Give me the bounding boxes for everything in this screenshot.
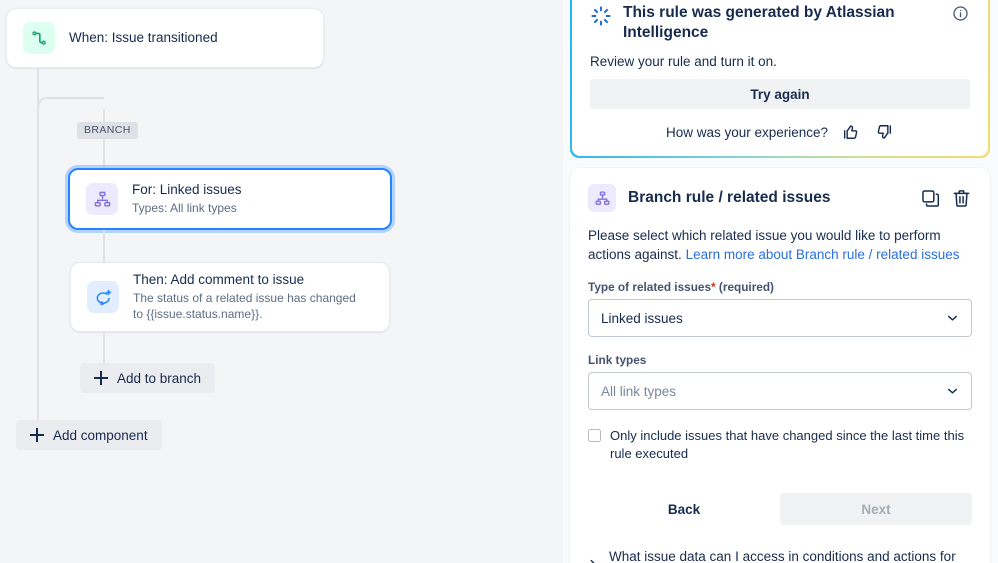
connector-trunk-lower xyxy=(37,97,39,427)
plus-icon xyxy=(30,428,44,442)
only-changed-issues-checkbox[interactable] xyxy=(588,429,601,442)
thumbs-up-icon[interactable] xyxy=(841,122,861,142)
rule-canvas: When: Issue transitioned BRANCH For: xyxy=(0,0,563,563)
node-title: For: Linked issues xyxy=(132,181,242,199)
branch-hierarchy-icon xyxy=(86,183,118,215)
select-value: Linked issues xyxy=(601,311,683,326)
chevron-down-icon xyxy=(945,311,960,326)
add-to-branch-button[interactable]: Add to branch xyxy=(80,363,215,393)
issue-data-expander[interactable]: What issue data can I access in conditio… xyxy=(588,547,972,563)
learn-more-link[interactable]: Learn more about Branch rule / related i… xyxy=(686,247,960,262)
branch-rule-title: Branch rule / related issues xyxy=(628,189,908,207)
node-card-action[interactable]: Then: Add comment to issue The status of… xyxy=(70,262,390,332)
expander-label: What issue data can I access in conditio… xyxy=(609,547,972,563)
feedback-label: How was your experience? xyxy=(666,125,828,140)
info-icon[interactable] xyxy=(952,2,970,27)
link-types-select[interactable]: All link types xyxy=(588,372,972,410)
node-title: Then: Add comment to issue xyxy=(133,271,363,289)
issue-transitioned-icon xyxy=(23,22,55,54)
add-component-button[interactable]: Add component xyxy=(16,420,162,450)
panel-button-row: Back Next xyxy=(588,493,972,525)
trash-icon[interactable] xyxy=(951,188,972,209)
required-note: (required) xyxy=(719,280,774,294)
copy-icon[interactable] xyxy=(920,188,941,209)
only-changed-issues-row: Only include issues that have changed si… xyxy=(588,427,972,463)
add-component-label: Add component xyxy=(53,428,148,443)
select-value: All link types xyxy=(601,384,676,399)
connector-action-to-add xyxy=(103,332,105,364)
branch-rule-header: Branch rule / related issues xyxy=(588,184,972,212)
branch-hierarchy-icon xyxy=(588,184,616,212)
node-text: Then: Add comment to issue The status of… xyxy=(133,271,363,323)
try-again-button[interactable]: Try again xyxy=(590,79,970,109)
chevron-right-icon xyxy=(588,547,598,563)
ai-feedback-row: How was your experience? xyxy=(590,122,970,142)
field-type-of-related-issues: Type of related issues* (required) Linke… xyxy=(588,280,972,337)
atlassian-intelligence-icon xyxy=(590,2,612,32)
checkbox-label: Only include issues that have changed si… xyxy=(610,427,972,463)
node-subtitle: Types: All link types xyxy=(132,201,242,217)
automation-rule-builder: When: Issue transitioned BRANCH For: xyxy=(0,0,998,563)
branch-rule-description: Please select which related issue you wo… xyxy=(588,226,972,264)
connector-trunk xyxy=(37,68,39,98)
ai-banner-title: This rule was generated by Atlassian Int… xyxy=(623,2,941,42)
ai-banner-inner: This rule was generated by Atlassian Int… xyxy=(572,0,988,156)
ai-generated-banner: This rule was generated by Atlassian Int… xyxy=(570,0,990,158)
panel-header-actions xyxy=(920,188,972,209)
add-to-branch-label: Add to branch xyxy=(117,371,201,386)
required-star: * xyxy=(711,280,716,294)
type-of-related-issues-select[interactable]: Linked issues xyxy=(588,299,972,337)
branch-label: BRANCH xyxy=(77,122,138,139)
connector-branch-to-action xyxy=(103,230,105,262)
node-text: For: Linked issues Types: All link types xyxy=(132,181,242,217)
connector-branch-stem xyxy=(103,110,105,168)
branch-rule-panel: Branch rule / related issues xyxy=(570,168,990,563)
plus-icon xyxy=(94,371,108,385)
chevron-down-icon xyxy=(945,384,960,399)
field-label: Link types xyxy=(588,353,972,367)
add-comment-icon xyxy=(87,281,119,313)
ai-banner-header: This rule was generated by Atlassian Int… xyxy=(590,2,970,42)
node-title: When: Issue transitioned xyxy=(69,29,218,47)
thumbs-down-icon[interactable] xyxy=(874,122,894,142)
field-label: Type of related issues* (required) xyxy=(588,280,972,294)
next-button: Next xyxy=(780,493,972,525)
ai-banner-subtitle: Review your rule and turn it on. xyxy=(590,54,970,69)
node-card-trigger[interactable]: When: Issue transitioned xyxy=(6,8,324,68)
back-button[interactable]: Back xyxy=(588,493,780,525)
node-subtitle: The status of a related issue has change… xyxy=(133,291,363,323)
field-label-text: Type of related issues xyxy=(588,280,711,294)
node-text: When: Issue transitioned xyxy=(69,29,218,47)
node-card-branch[interactable]: For: Linked issues Types: All link types xyxy=(68,168,392,230)
field-link-types: Link types All link types xyxy=(588,353,972,410)
